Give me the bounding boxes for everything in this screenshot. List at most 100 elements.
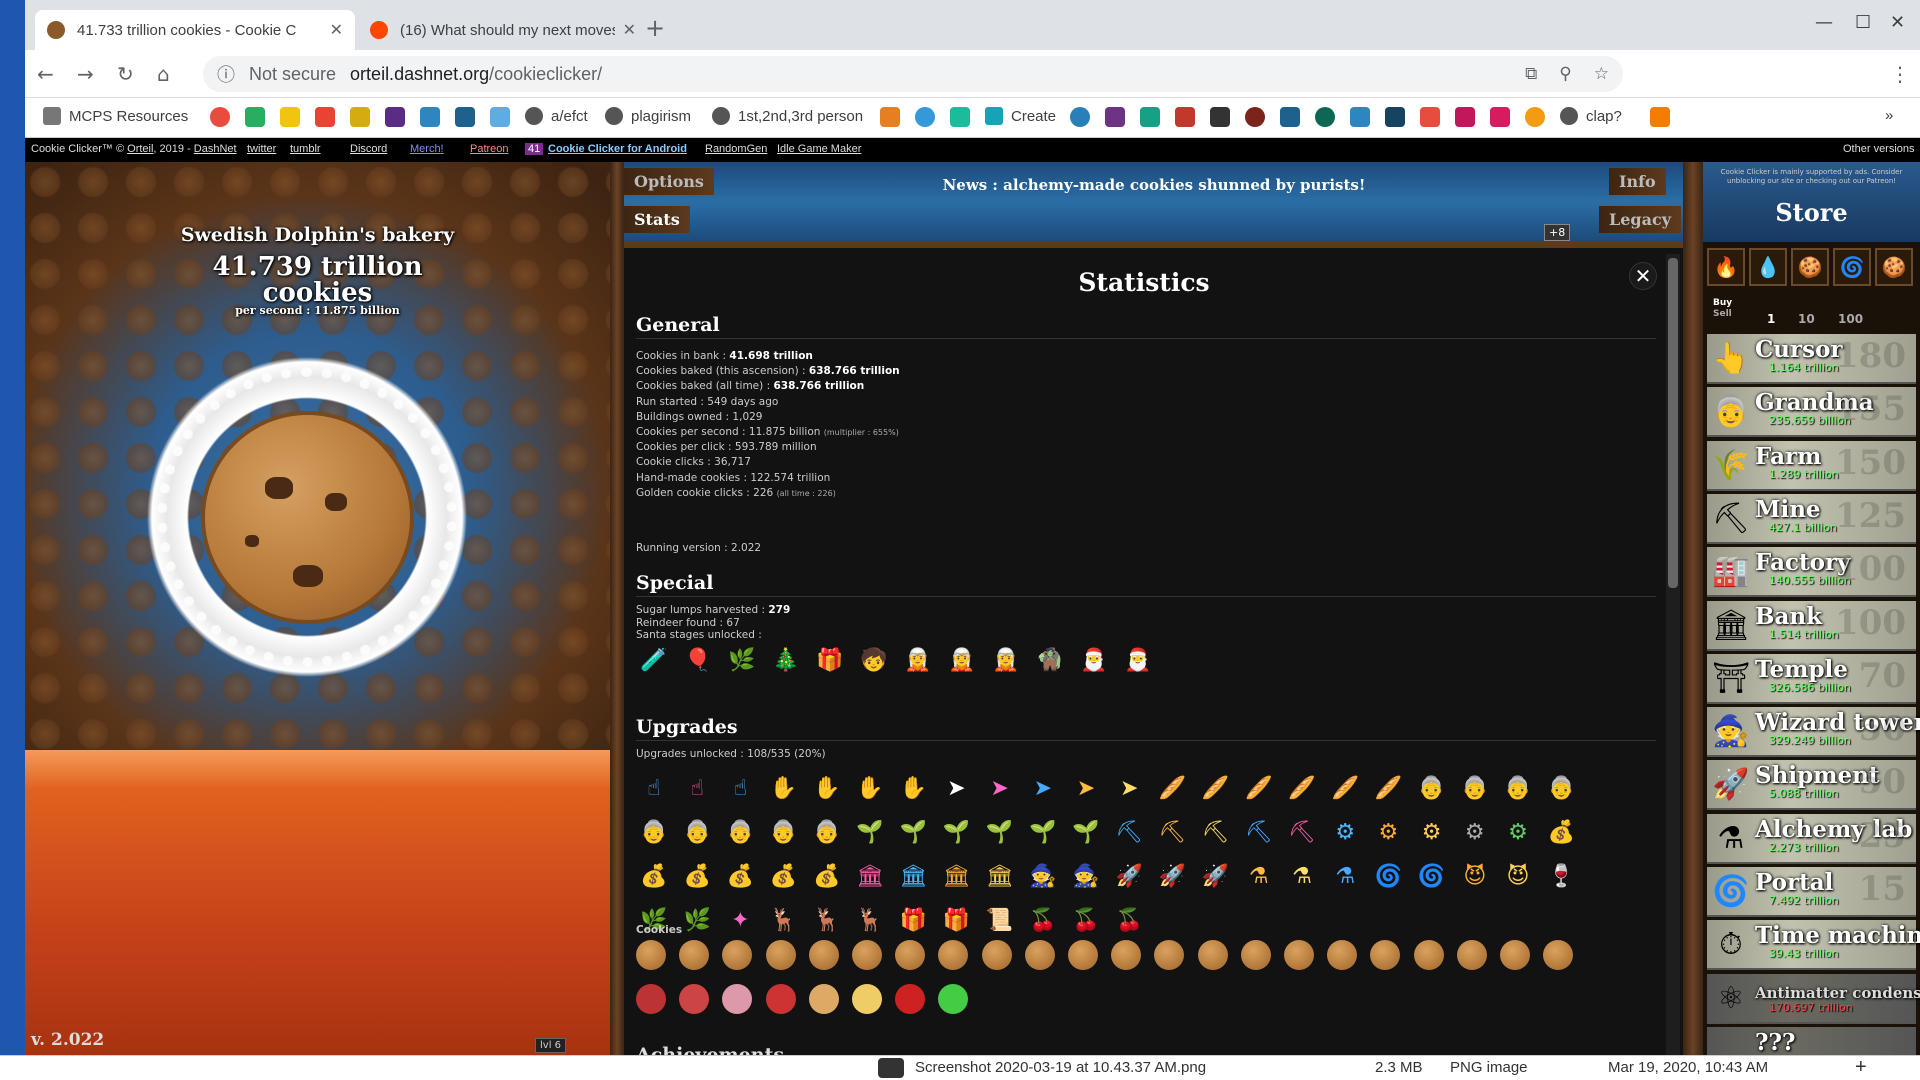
address-bar[interactable]: ⓘ Not secure orteil.dashnet.org/cookiecl… <box>203 56 1623 92</box>
upgrade-icon[interactable]: 🍷 <box>1543 858 1579 894</box>
upgrade-icon[interactable]: 🌱 <box>1025 814 1061 850</box>
upgrade-icon[interactable]: 💰 <box>1543 814 1579 850</box>
upgrade-slot-icon[interactable]: 🌀 <box>1833 248 1871 286</box>
building-time-machine[interactable]: ⏱ Time machine 39.43 trillion <box>1707 920 1920 971</box>
maximize-icon[interactable]: ☐ <box>1855 12 1871 33</box>
upgrade-icon[interactable]: 🥖 <box>1370 770 1406 806</box>
upgrade-icon[interactable]: 🚀 <box>1154 858 1190 894</box>
bookmark-icon[interactable] <box>950 107 970 127</box>
upgrade-icon[interactable]: 🏛 <box>938 858 974 894</box>
upgrade-icon[interactable]: ⚙ <box>1500 814 1536 850</box>
upgrade-icon[interactable]: ➤ <box>1068 770 1104 806</box>
bookmark-icon[interactable] <box>420 107 440 127</box>
tumblr-link[interactable]: tumblr <box>290 143 321 155</box>
gmail-icon[interactable] <box>315 107 335 127</box>
bookmark-person[interactable]: 1st,2nd,3rd person <box>712 107 863 125</box>
upgrade-slot-icon[interactable]: 💧 <box>1749 248 1787 286</box>
upgrade-icon[interactable]: ➤ <box>1111 770 1147 806</box>
upgrade-icon[interactable]: 🥖 <box>1241 770 1277 806</box>
building-factory[interactable]: 🏭 Factory 140.555 billion 100 <box>1707 547 1916 598</box>
cookie-upgrade-icon[interactable] <box>1370 940 1401 970</box>
buy-qty-1[interactable]: 1 <box>1767 312 1775 326</box>
cookie-upgrade-icon[interactable] <box>636 984 666 1014</box>
upgrade-icon[interactable]: 📜 <box>982 902 1018 938</box>
upgrade-icon[interactable]: 🏛 <box>852 858 888 894</box>
bookmark-icon[interactable] <box>1650 107 1670 127</box>
santa-stage-icon[interactable]: 🧝 <box>944 642 980 678</box>
bookmark-icon[interactable] <box>915 107 935 127</box>
upgrade-icon[interactable]: 🎁 <box>938 902 974 938</box>
upgrade-icon[interactable]: 💰 <box>636 858 672 894</box>
bakery-name[interactable]: Swedish Dolphin's bakery <box>25 224 610 246</box>
upgrade-icon[interactable]: ✋ <box>766 770 802 806</box>
back-icon[interactable]: ← <box>37 62 54 86</box>
building-cursor[interactable]: 👆 Cursor 1.164 trillion 180 <box>1707 334 1916 384</box>
santa-stage-icon[interactable]: 🌿 <box>724 642 760 678</box>
cookie-upgrade-icon[interactable] <box>1327 940 1358 970</box>
zoom-icon[interactable]: ⚲ <box>1559 64 1571 84</box>
building--[interactable]: ??? <box>1707 1026 1916 1055</box>
buy-sell-toggle[interactable]: Buy Sell <box>1713 298 1732 320</box>
upgrade-icon[interactable]: ⛏ <box>1241 814 1277 850</box>
upgrade-icon[interactable]: 🌱 <box>982 814 1018 850</box>
upgrade-icon[interactable]: 🥖 <box>1198 770 1234 806</box>
bookmark-icon[interactable] <box>1350 107 1370 127</box>
drive-icon[interactable] <box>280 107 300 127</box>
bookmark-icon[interactable] <box>1385 107 1405 127</box>
upgrade-icon[interactable]: 👵 <box>679 814 715 850</box>
cookie-upgrade-icon[interactable] <box>636 940 666 970</box>
bookmark-create[interactable]: Create <box>985 107 1056 125</box>
bookmark-icon[interactable] <box>210 107 230 127</box>
upgrade-icon[interactable]: 👵 <box>722 814 758 850</box>
other-versions-link[interactable]: Other versions <box>1843 143 1915 155</box>
add-icon[interactable]: + <box>1855 1056 1867 1079</box>
info-icon[interactable]: ⓘ <box>217 61 235 87</box>
upgrade-icon[interactable]: ☝ <box>636 770 672 806</box>
cookie-upgrade-icon[interactable] <box>895 940 926 970</box>
upgrade-icon[interactable]: 🌱 <box>852 814 888 850</box>
cookie-upgrade-icon[interactable] <box>679 984 710 1014</box>
upgrade-icon[interactable]: 🧙 <box>1068 858 1104 894</box>
cookie-upgrade-icon[interactable] <box>981 940 1012 970</box>
upgrade-icon[interactable]: 🌀 <box>1414 858 1450 894</box>
santa-stage-icon[interactable]: 🧝 <box>988 642 1024 678</box>
upgrade-icon[interactable]: ✋ <box>809 770 845 806</box>
cookie-upgrade-icon[interactable] <box>852 940 882 970</box>
home-icon[interactable]: ⌂ <box>157 62 170 86</box>
bookmark-icon[interactable] <box>245 107 265 127</box>
bookmark-icon[interactable] <box>385 107 405 127</box>
upgrade-icon[interactable]: 🥖 <box>1327 770 1363 806</box>
upgrade-icon[interactable]: 👵 <box>1500 770 1536 806</box>
tab-cookie-clicker[interactable]: 41.733 trillion cookies - Cookie C ✕ <box>35 10 355 50</box>
upgrade-icon[interactable]: 💰 <box>809 858 845 894</box>
upgrade-icon[interactable]: ☝ <box>722 770 758 806</box>
cookie-upgrade-icon[interactable] <box>1500 940 1530 970</box>
upgrade-icon[interactable]: ➤ <box>1025 770 1061 806</box>
news-ticker[interactable]: News : alchemy-made cookies shunned by p… <box>704 176 1604 194</box>
bookmark-icon[interactable] <box>1105 107 1125 127</box>
android-link[interactable]: Cookie Clicker for Android <box>548 143 687 155</box>
upgrade-icon[interactable]: 🍒 <box>1111 902 1147 938</box>
close-stats-button[interactable]: ✕ <box>1629 262 1657 290</box>
bookmark-icon[interactable] <box>1175 107 1195 127</box>
santa-stage-icon[interactable]: 🧒 <box>856 642 892 678</box>
upgrade-icon[interactable]: 🍒 <box>1068 902 1104 938</box>
building-shipment[interactable]: 🚀 Shipment 5.088 trillion 50 <box>1707 760 1916 811</box>
idle-game-maker-link[interactable]: Idle Game Maker <box>777 143 861 155</box>
legacy-button[interactable]: Legacy <box>1599 206 1682 233</box>
bookmark-icon[interactable] <box>1070 107 1090 127</box>
bookmark-aefct[interactable]: a/efct <box>525 107 588 125</box>
bookmark-icon[interactable] <box>1140 107 1160 127</box>
santa-stage-icon[interactable]: 🎈 <box>680 642 716 678</box>
santa-stage-icon[interactable]: 🧌 <box>1032 642 1068 678</box>
upgrade-icon[interactable]: ⛏ <box>1111 814 1147 850</box>
cookie-upgrade-icon[interactable] <box>808 940 839 970</box>
upgrade-icon[interactable]: 🥖 <box>1154 770 1190 806</box>
upgrade-icon[interactable]: 🎁 <box>895 902 931 938</box>
building-farm[interactable]: 🌾 Farm 1.289 trillion 150 <box>1707 440 1916 491</box>
bookmark-icon[interactable] <box>1280 107 1300 127</box>
upgrade-icon[interactable]: 💰 <box>766 858 802 894</box>
upgrade-icon[interactable]: ⛏ <box>1154 814 1190 850</box>
building-bank[interactable]: 🏛 Bank 1.514 trillion 100 <box>1707 600 1916 651</box>
upgrade-icon[interactable]: 🌱 <box>938 814 974 850</box>
